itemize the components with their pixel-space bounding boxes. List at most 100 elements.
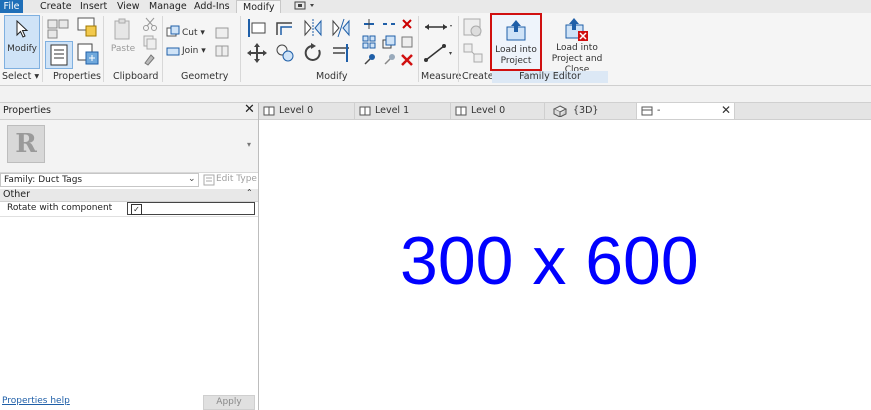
- modify-button-label: Modify: [7, 44, 37, 54]
- copy-icon[interactable]: [142, 34, 158, 50]
- panel-separator: [458, 16, 459, 82]
- floor-plan-icon: [263, 106, 275, 116]
- panel-label-clipboard: Clipboard: [113, 71, 159, 82]
- close-view-icon[interactable]: ✕: [721, 102, 731, 118]
- wall-joins-icon[interactable]: [214, 26, 230, 40]
- group-header-other[interactable]: Other ⌃: [0, 188, 258, 202]
- tab-create[interactable]: Create: [34, 0, 78, 13]
- drawing-canvas[interactable]: 300 x 600: [259, 120, 871, 410]
- delete-icon[interactable]: [400, 53, 414, 67]
- panel-separator: [240, 16, 241, 82]
- view-tab-active[interactable]: - ✕: [637, 103, 735, 119]
- move-icon[interactable]: [246, 42, 268, 64]
- floor-plan-icon: [455, 106, 467, 116]
- contextual-tab-dropdown[interactable]: [286, 0, 324, 13]
- join-geometry-button[interactable]: Join ▾: [182, 46, 206, 57]
- rotate-with-component-checkbox[interactable]: ✓: [131, 204, 142, 215]
- close-icon[interactable]: ✕: [244, 102, 255, 117]
- properties-icon: [50, 44, 68, 66]
- panel-separator: [103, 16, 104, 82]
- panel-label-select[interactable]: Select ▾: [2, 71, 39, 82]
- load-into-project-button[interactable]: Load into Project: [490, 13, 542, 71]
- family-types-icon[interactable]: [46, 17, 70, 39]
- collapse-icon[interactable]: ⌃: [246, 188, 253, 197]
- tab-insert[interactable]: Insert: [74, 0, 113, 13]
- split-element-icon[interactable]: [362, 17, 376, 31]
- view-tab-label: Level 0: [471, 105, 506, 116]
- split-gap-icon[interactable]: [382, 17, 396, 31]
- copy-element-icon[interactable]: [274, 42, 296, 64]
- scale-icon[interactable]: [382, 35, 396, 49]
- load-into-project-close-icon: [565, 18, 588, 41]
- match-properties-icon[interactable]: [142, 51, 158, 67]
- panel-separator: [418, 16, 419, 82]
- property-name: Rotate with component: [7, 203, 113, 213]
- view-tab-3d[interactable]: {3D}: [545, 103, 637, 119]
- view-icon: [641, 106, 653, 116]
- tab-modify[interactable]: Modify: [236, 0, 282, 14]
- cut-geometry-button[interactable]: Cut ▾: [182, 28, 205, 39]
- panel-label-properties: Properties: [53, 71, 102, 82]
- property-value-cell[interactable]: ✓: [127, 202, 255, 215]
- preview-dropdown-icon[interactable]: ▾: [247, 140, 251, 149]
- options-bar: [0, 86, 871, 103]
- load-into-project-close-button[interactable]: Load into Project and Close: [546, 15, 608, 75]
- edit-type-label: Edit Type: [216, 174, 257, 184]
- trim-extend-icon[interactable]: [330, 42, 352, 64]
- tab-file[interactable]: File: [0, 0, 23, 13]
- type-selector[interactable]: Family: Duct Tags ⌄: [0, 173, 199, 187]
- tag-label-text[interactable]: 300 x 600: [400, 226, 699, 296]
- load-into-project-label: Load into Project: [495, 45, 537, 66]
- properties-header: Properties ✕: [0, 102, 258, 120]
- properties-toggle-button[interactable]: [45, 41, 73, 69]
- properties-title: Properties: [3, 105, 52, 116]
- apply-button[interactable]: Apply: [203, 395, 255, 410]
- align-icon[interactable]: [246, 17, 268, 39]
- panel-label-family-editor: Family Editor: [492, 71, 608, 83]
- view-tab-level-1[interactable]: Level 1: [355, 103, 451, 119]
- floor-plan-icon: [359, 106, 371, 116]
- unpin-icon[interactable]: [382, 53, 396, 67]
- modify-button[interactable]: Modify: [4, 15, 40, 69]
- tab-view[interactable]: View: [111, 0, 146, 13]
- panel-separator: [162, 16, 163, 82]
- pin-icon[interactable]: [362, 53, 376, 67]
- rotate-icon[interactable]: [302, 42, 324, 64]
- group-title: Other: [3, 189, 30, 200]
- mirror-pick-axis-icon[interactable]: [302, 17, 324, 39]
- cut-icon[interactable]: [142, 16, 158, 32]
- view-tab-bar: Level 0 Level 1 Level 0 {3D} - ✕: [259, 103, 871, 120]
- view-tab-level-0[interactable]: Level 0: [259, 103, 355, 119]
- mirror-draw-axis-icon[interactable]: [330, 17, 352, 39]
- paste-label: Paste: [110, 44, 136, 54]
- chevron-down-icon: ⌄: [188, 174, 196, 184]
- edit-type-button[interactable]: Edit Type: [201, 173, 257, 187]
- create-similar-icon[interactable]: [462, 17, 486, 39]
- view-tab-label: -: [657, 105, 661, 116]
- tab-manage[interactable]: Manage: [143, 0, 193, 13]
- panel-label-geometry: Geometry: [181, 71, 229, 82]
- property-row: Rotate with component ✓: [0, 202, 258, 217]
- offset-icon[interactable]: [274, 17, 296, 39]
- split-face-icon[interactable]: [214, 44, 230, 58]
- cut-geometry-icon[interactable]: [166, 25, 180, 39]
- type-preview[interactable]: R ▾: [0, 120, 258, 173]
- unpin-element-icon[interactable]: [400, 35, 414, 49]
- measure-between-icon[interactable]: [422, 17, 452, 37]
- view-tab-level-0-b[interactable]: Level 0: [451, 103, 545, 119]
- create-group-icon[interactable]: [462, 42, 486, 64]
- delete-small-icon[interactable]: [400, 17, 414, 31]
- family-category-icon[interactable]: [76, 16, 98, 38]
- tab-add-ins[interactable]: Add-Ins: [188, 0, 236, 13]
- aligned-dimension-icon[interactable]: [422, 42, 452, 64]
- load-into-project-icon: [506, 20, 526, 41]
- array-icon[interactable]: [362, 35, 376, 49]
- view-tab-label: Level 1: [375, 105, 410, 116]
- edit-type-icon: [203, 174, 215, 186]
- family-logo-icon: R: [7, 125, 45, 163]
- view-tab-label: Level 0: [279, 105, 314, 116]
- properties-help-link[interactable]: Properties help: [2, 396, 70, 406]
- paste-icon[interactable]: [112, 17, 134, 41]
- join-geometry-icon[interactable]: [166, 44, 180, 58]
- family-parameters-icon[interactable]: [76, 42, 100, 66]
